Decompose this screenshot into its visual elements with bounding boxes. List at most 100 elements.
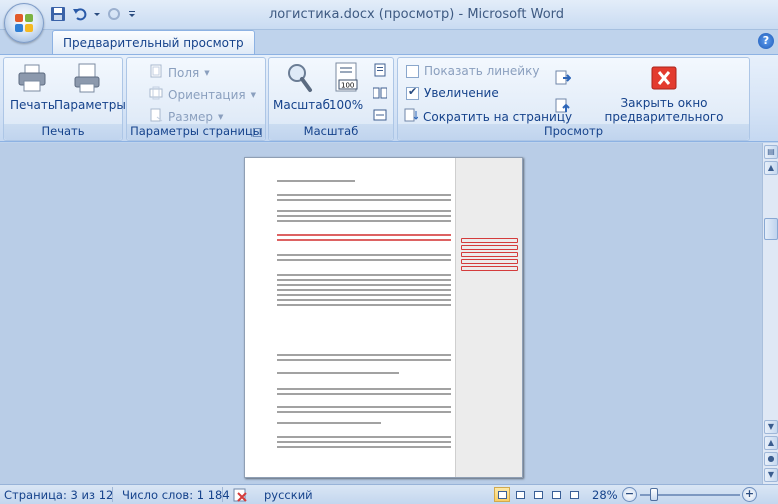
one-page-icon[interactable] (373, 63, 387, 80)
comment-balloon[interactable] (461, 238, 518, 243)
markup-balloon-area (455, 158, 522, 477)
group-zoom: Масштаб 100 100% Масштаб (268, 57, 394, 141)
margins-label: Поля (168, 65, 200, 80)
group-preview-label: Просмотр (398, 124, 749, 140)
zoom-100-label: 100% (328, 98, 364, 112)
options-button-label: Параметры (54, 98, 126, 112)
close-icon (651, 66, 677, 90)
vertical-scrollbar[interactable]: ▤ ▲ ▼ ▲ ● ▼ (762, 143, 778, 484)
text-line (277, 393, 451, 395)
print-button[interactable]: Печать (10, 62, 55, 112)
previous-page-nav-icon[interactable]: ▲ (764, 436, 778, 450)
spelling-check-icon[interactable] (232, 487, 250, 504)
draft-view-icon[interactable] (566, 487, 582, 502)
magnifier-check[interactable] (406, 85, 419, 100)
group-page-setup-label: Параметры страницы (127, 124, 265, 140)
shrink-page-icon (404, 108, 419, 125)
scrollbar-thumb[interactable] (764, 218, 778, 240)
page-counter[interactable]: Страница: 3 из 12 (4, 488, 113, 502)
text-line (277, 215, 451, 217)
chevron-down-icon: ▼ (218, 112, 224, 121)
status-bar: Страница: 3 из 12 Число слов: 1 184 русс… (0, 484, 778, 504)
text-line (277, 199, 451, 201)
print-layout-view-icon[interactable] (494, 487, 510, 502)
language-indicator[interactable]: русский (264, 488, 313, 502)
page-100-icon: 100 (332, 62, 360, 94)
magnifier-label: Увеличение (424, 86, 499, 100)
chevron-down-icon: ▼ (250, 90, 257, 99)
zoom-slider-thumb[interactable] (650, 488, 658, 501)
tab-print-preview[interactable]: Предварительный просмотр (52, 30, 255, 54)
ribbon-tab-strip: Предварительный просмотр ? (0, 30, 778, 54)
next-page-icon[interactable] (555, 70, 572, 89)
orientation-button[interactable]: Ориентация ▼ (149, 86, 256, 103)
show-ruler-check[interactable] (406, 64, 419, 78)
document-preview-area[interactable] (0, 143, 762, 484)
word-count[interactable]: Число слов: 1 184 (122, 488, 230, 502)
group-page-setup: Поля ▼ Ориентация ▼ Размер ▼ Параметры с… (126, 57, 266, 141)
orientation-label: Ориентация (168, 87, 246, 102)
select-browse-object-icon[interactable]: ● (764, 452, 778, 466)
outline-view-icon[interactable] (548, 487, 564, 502)
window-title: логистика.docx (просмотр) - Microsoft Wo… (268, 7, 565, 22)
text-line (277, 359, 451, 361)
office-button[interactable] (4, 3, 44, 43)
text-line (277, 304, 451, 306)
text-line (277, 446, 451, 448)
size-label: Размер (168, 109, 214, 124)
title-bar: логистика.docx (просмотр) - Microsoft Wo… (0, 0, 778, 43)
previous-page-icon[interactable] (555, 98, 571, 117)
ribbon: Печать Параметры Печать Поля ▼ Ориентаци… (0, 54, 778, 142)
comment-balloon[interactable] (461, 245, 518, 250)
divider (112, 487, 113, 502)
text-line (277, 299, 451, 301)
text-line (277, 259, 451, 261)
zoom-level[interactable]: 28% (592, 488, 618, 502)
next-page-nav-icon[interactable]: ▼ (764, 468, 778, 482)
text-line (277, 210, 451, 212)
dialog-launcher-icon[interactable] (253, 128, 262, 137)
comment-balloon[interactable] (461, 259, 518, 264)
zoom-button-label: Масштаб (273, 98, 331, 112)
group-preview: Показать линейку Увеличение Сократить на… (397, 57, 750, 141)
zoom-out-icon[interactable]: − (622, 487, 637, 502)
zoom-in-icon[interactable]: + (742, 487, 757, 502)
full-screen-reading-view-icon[interactable] (512, 487, 528, 502)
zoom-100-button[interactable]: 100 100% (327, 62, 365, 112)
group-print-label: Печать (4, 124, 122, 140)
magnifier-checkbox[interactable]: Увеличение (406, 85, 499, 100)
text-line (277, 180, 356, 182)
shrink-one-page-button[interactable]: Сократить на страницу (404, 108, 572, 125)
scroll-up-icon[interactable]: ▲ (764, 161, 778, 175)
scroll-down-icon[interactable]: ▼ (764, 420, 778, 434)
comment-balloon[interactable] (461, 252, 518, 257)
ruler-toggle-icon[interactable]: ▤ (764, 145, 778, 159)
page-width-icon[interactable] (373, 108, 387, 125)
web-layout-view-icon[interactable] (530, 487, 546, 502)
text-line (277, 194, 451, 196)
margins-button[interactable]: Поля ▼ (149, 64, 210, 81)
two-pages-icon[interactable] (372, 86, 388, 103)
text-line (277, 284, 451, 286)
text-line (277, 372, 399, 374)
text-line (277, 294, 451, 296)
orientation-icon (149, 86, 163, 103)
text-line (277, 441, 451, 443)
comment-balloon[interactable] (461, 266, 518, 271)
magnifying-glass-icon (284, 62, 314, 94)
text-line (277, 254, 451, 256)
text-line (277, 411, 451, 413)
text-line (277, 436, 451, 438)
options-button[interactable]: Параметры (54, 62, 126, 112)
print-button-label: Печать (10, 98, 55, 112)
group-zoom-label: Масштаб (269, 124, 393, 140)
printer-icon (16, 62, 48, 94)
text-line (277, 234, 451, 236)
show-ruler-checkbox[interactable]: Показать линейку (406, 64, 539, 78)
size-button[interactable]: Размер ▼ (149, 108, 223, 125)
page-options-icon (71, 62, 103, 94)
document-page[interactable] (244, 157, 523, 478)
text-line (277, 239, 451, 241)
zoom-button[interactable]: Масштаб (273, 62, 330, 112)
help-icon[interactable]: ? (758, 33, 774, 49)
